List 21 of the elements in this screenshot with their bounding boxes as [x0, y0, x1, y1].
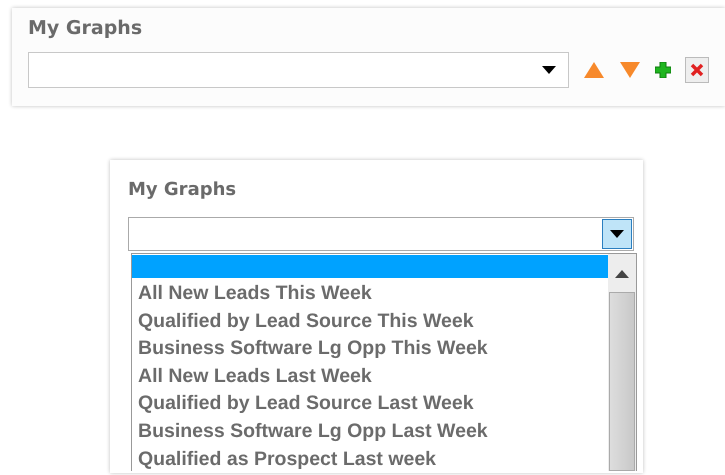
scroll-up-icon[interactable]	[615, 270, 629, 278]
dropdown-field[interactable]	[28, 52, 569, 88]
add-icon[interactable]	[655, 62, 671, 78]
scrollbar-thumb[interactable]	[609, 292, 635, 471]
dropdown-option[interactable]: All New Leads Last Week	[132, 362, 608, 390]
delete-button[interactable]	[685, 57, 709, 83]
panel-title: My Graphs	[128, 178, 238, 202]
dropdown-option[interactable]: Business Software Lg Opp This Week	[132, 335, 608, 363]
panel-title: My Graphs	[28, 16, 144, 40]
dropdown-option[interactable]: Qualified as Prospect Last week	[132, 446, 608, 471]
dropdown-option[interactable]: Qualified by Lead Source This Week	[132, 308, 608, 336]
dropdown-option[interactable]: All New Leads This Week	[132, 280, 608, 308]
triangle-up-icon[interactable]	[583, 61, 605, 79]
dropdown-option[interactable]: Business Software Lg Opp Last Week	[132, 418, 608, 446]
dropdown-option[interactable]: Qualified by Lead Source Last Week	[132, 390, 608, 418]
close-icon	[690, 63, 704, 77]
dropdown-field[interactable]	[128, 217, 634, 251]
triangle-down-icon[interactable]	[619, 61, 641, 79]
caret-icon[interactable]	[542, 66, 556, 74]
scrollbar[interactable]	[608, 254, 636, 471]
caret-icon[interactable]	[602, 219, 632, 249]
